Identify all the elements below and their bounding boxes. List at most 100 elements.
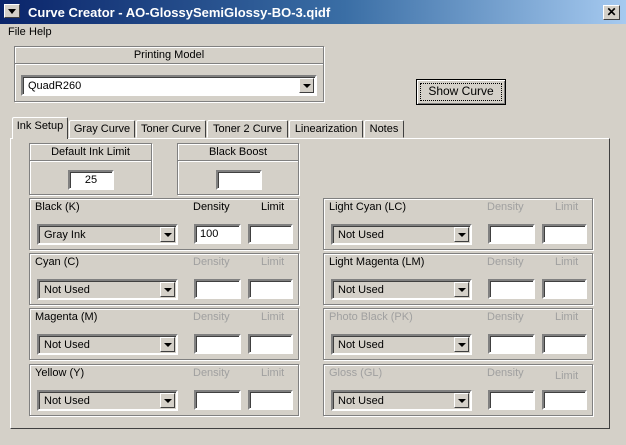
density-input[interactable]	[194, 279, 241, 299]
ink-name: Yellow (Y)	[35, 367, 85, 379]
ink-name: Cyan (C)	[35, 256, 80, 268]
density-input[interactable]	[488, 334, 535, 354]
ink-type-select[interactable]: Not Used	[37, 390, 178, 411]
ink-channel-cyan: Cyan (C) Density Limit Not Used	[29, 253, 299, 305]
ink-channel-light-magenta: Light Magenta (LM) Density Limit Not Use…	[323, 253, 593, 305]
density-input[interactable]	[194, 390, 241, 410]
close-button[interactable]: ✕	[603, 5, 620, 20]
close-icon: ✕	[606, 5, 617, 19]
tab-toner-curve[interactable]: Toner Curve	[136, 120, 206, 138]
dropdown-button[interactable]	[160, 393, 175, 408]
ink-name: Magenta (M)	[35, 311, 98, 323]
menu-bar: File Help	[0, 24, 626, 42]
printing-model-select[interactable]: QuadR260	[21, 75, 317, 96]
chevron-down-icon	[458, 233, 466, 237]
limit-label: Limit	[261, 311, 285, 323]
density-input[interactable]	[194, 334, 241, 354]
density-label: Density	[193, 367, 230, 379]
black-boost-heading: Black Boost	[178, 144, 298, 161]
ink-type-select[interactable]: Not Used	[331, 334, 472, 355]
ink-channel-black: Black (K) Density Limit Gray Ink 100	[29, 198, 299, 250]
ink-channel-light-cyan: Light Cyan (LC) Density Limit Not Used	[323, 198, 593, 250]
dropdown-button[interactable]	[454, 337, 469, 352]
chevron-down-icon	[303, 84, 311, 88]
ink-name: Light Magenta (LM)	[329, 256, 425, 268]
tab-gray-curve[interactable]: Gray Curve	[69, 120, 135, 138]
show-curve-label: Show Curve	[428, 84, 494, 98]
dropdown-button[interactable]	[160, 227, 175, 242]
ink-type-select[interactable]: Not Used	[331, 279, 472, 300]
limit-input[interactable]	[542, 334, 587, 354]
density-input[interactable]	[488, 224, 535, 244]
chevron-down-icon	[164, 399, 172, 403]
printing-model-group: Printing Model QuadR260	[14, 46, 324, 102]
limit-label: Limit	[555, 370, 579, 382]
density-label: Density	[487, 256, 524, 268]
density-label: Density	[487, 311, 524, 323]
limit-input[interactable]	[248, 224, 293, 244]
limit-input[interactable]	[248, 279, 293, 299]
ink-type-select[interactable]: Gray Ink	[37, 224, 178, 245]
limit-label: Limit	[555, 311, 579, 323]
ink-name: Photo Black (PK)	[329, 311, 413, 323]
limit-input[interactable]	[248, 390, 293, 410]
title-bar[interactable]: Curve Creator - AO-GlossySemiGlossy-BO-3…	[0, 0, 626, 24]
ink-limit-heading: Default Ink Limit	[30, 144, 151, 161]
ink-type-select[interactable]: Not Used	[37, 279, 178, 300]
dropdown-button[interactable]	[299, 78, 314, 93]
limit-label: Limit	[261, 367, 285, 379]
dropdown-button[interactable]	[454, 393, 469, 408]
ink-channel-photo-black: Photo Black (PK) Density Limit Not Used	[323, 308, 593, 360]
limit-input[interactable]	[542, 279, 587, 299]
limit-input[interactable]	[248, 334, 293, 354]
limit-input[interactable]	[542, 390, 587, 410]
limit-input[interactable]	[542, 224, 587, 244]
density-input[interactable]: 100	[194, 224, 241, 244]
ink-name: Light Cyan (LC)	[329, 201, 407, 213]
limit-label: Limit	[555, 256, 579, 268]
chevron-down-icon	[458, 399, 466, 403]
printing-model-value: QuadR260	[28, 80, 82, 92]
window-title: Curve Creator - AO-GlossySemiGlossy-BO-3…	[28, 5, 331, 20]
density-input[interactable]	[488, 279, 535, 299]
dropdown-button[interactable]	[454, 227, 469, 242]
black-boost-input[interactable]	[216, 170, 262, 190]
tab-notes[interactable]: Notes	[364, 120, 404, 138]
ink-limit-input[interactable]: 25	[68, 170, 114, 190]
density-label: Density	[193, 256, 230, 268]
chevron-down-icon	[458, 343, 466, 347]
limit-label: Limit	[261, 256, 285, 268]
system-menu-button[interactable]	[4, 4, 20, 18]
density-label: Density	[487, 201, 524, 213]
tab-linearization[interactable]: Linearization	[289, 120, 363, 138]
chevron-down-icon	[164, 233, 172, 237]
ink-channel-yellow: Yellow (Y) Density Limit Not Used	[29, 364, 299, 416]
ink-type-select[interactable]: Not Used	[331, 390, 472, 411]
ink-type-select[interactable]: Not Used	[37, 334, 178, 355]
density-label: Density	[193, 311, 230, 323]
show-curve-button[interactable]: Show Curve	[416, 79, 506, 105]
printing-model-heading: Printing Model	[15, 47, 323, 64]
ink-channel-magenta: Magenta (M) Density Limit Not Used	[29, 308, 299, 360]
density-label: Density	[487, 367, 524, 379]
ink-limit-group: Default Ink Limit 25	[29, 143, 152, 195]
limit-label: Limit	[555, 201, 579, 213]
dropdown-button[interactable]	[160, 282, 175, 297]
ink-name: Gloss (GL)	[329, 367, 383, 379]
chevron-down-icon	[164, 343, 172, 347]
tab-toner-2-curve[interactable]: Toner 2 Curve	[207, 120, 288, 138]
ink-type-select[interactable]: Not Used	[331, 224, 472, 245]
density-input[interactable]	[488, 390, 535, 410]
chevron-down-icon	[8, 9, 16, 14]
chevron-down-icon	[458, 288, 466, 292]
tab-ink-setup[interactable]: Ink Setup	[12, 117, 68, 139]
menu-help[interactable]: Help	[29, 26, 52, 38]
limit-label: Limit	[261, 201, 285, 213]
ink-channel-gloss: Gloss (GL) Density Limit Not Used	[323, 364, 593, 416]
dropdown-button[interactable]	[454, 282, 469, 297]
density-label: Density	[193, 201, 230, 213]
dropdown-button[interactable]	[160, 337, 175, 352]
chevron-down-icon	[164, 288, 172, 292]
black-boost-group: Black Boost	[177, 143, 299, 195]
menu-file[interactable]: File	[8, 26, 26, 38]
